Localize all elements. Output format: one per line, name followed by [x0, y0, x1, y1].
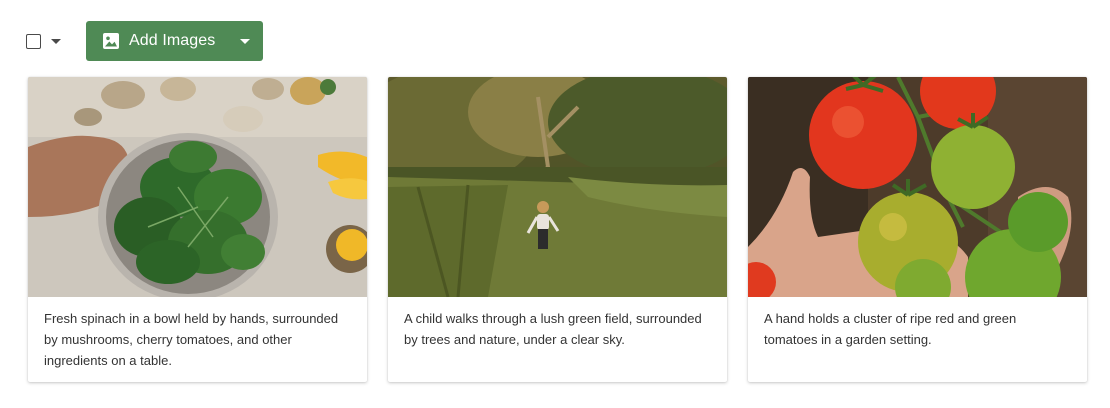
- toolbar: Add Images: [26, 21, 263, 61]
- select-all-dropdown[interactable]: [26, 21, 69, 61]
- chevron-down-icon: [240, 38, 250, 44]
- card-image-tomatoes[interactable]: [748, 77, 1087, 297]
- child-in-field-image: [388, 77, 727, 297]
- card-caption: Fresh spinach in a bowl held by hands, s…: [44, 311, 339, 368]
- card-caption: A hand holds a cluster of ripe red and g…: [764, 311, 1017, 347]
- card-image-field[interactable]: [388, 77, 727, 297]
- add-images-label: Add Images: [129, 32, 216, 49]
- card-caption: A child walks through a lush green field…: [404, 311, 702, 347]
- spinach-bowl-image: [28, 77, 367, 297]
- image-card[interactable]: A hand holds a cluster of ripe red and g…: [748, 77, 1087, 382]
- image-card[interactable]: Fresh spinach in a bowl held by hands, s…: [28, 77, 367, 382]
- card-image-spinach[interactable]: [28, 77, 367, 297]
- add-images-dropdown-toggle[interactable]: [227, 21, 263, 61]
- chevron-down-icon[interactable]: [51, 38, 61, 44]
- image-card[interactable]: A child walks through a lush green field…: [388, 77, 727, 382]
- tomato-cluster-image: [748, 77, 1087, 297]
- add-images-button[interactable]: Add Images: [86, 21, 227, 61]
- image-icon: [103, 33, 119, 49]
- select-all-checkbox[interactable]: [26, 33, 41, 49]
- add-images-split-button: Add Images: [86, 21, 263, 61]
